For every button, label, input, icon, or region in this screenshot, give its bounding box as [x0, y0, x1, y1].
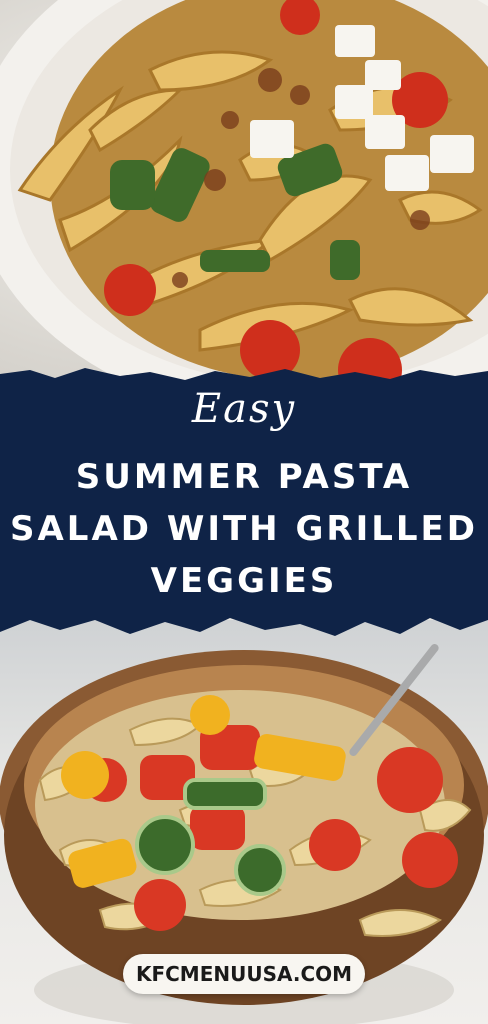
banner-script-word: Easy [191, 386, 297, 432]
headline-line-2: SALAD WITH GRILLED [10, 509, 478, 549]
top-photo-illustration [0, 0, 488, 420]
site-label-text[interactable]: KFCMENUUSA.COM [123, 954, 365, 994]
recipe-pin: Easy SUMMER PASTA SALAD WITH GRILLED VEG… [0, 0, 488, 1024]
headline-line-1: SUMMER PASTA [75, 457, 413, 497]
top-food-photo [0, 0, 488, 420]
headline-line-3: VEGGIES [150, 561, 338, 601]
